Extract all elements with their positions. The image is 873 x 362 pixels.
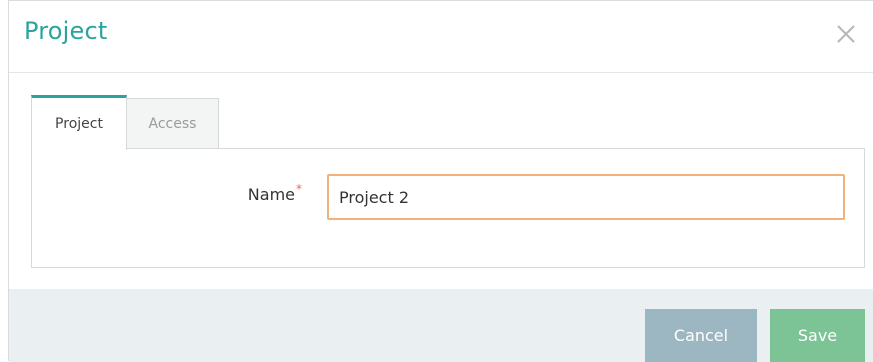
dialog-title: Project bbox=[24, 17, 108, 45]
name-label: Name* bbox=[247, 182, 302, 204]
save-button[interactable]: Save bbox=[770, 309, 865, 362]
tab-access[interactable]: Access bbox=[127, 98, 219, 149]
tab-access-label: Access bbox=[148, 115, 197, 132]
cancel-button[interactable]: Cancel bbox=[645, 309, 757, 362]
dialog-header: Project bbox=[9, 1, 873, 73]
tab-project-label: Project bbox=[55, 116, 103, 132]
required-marker: * bbox=[296, 182, 302, 196]
project-dialog: Project Project Access Name* Cancel Save bbox=[8, 0, 873, 362]
close-icon[interactable] bbox=[835, 23, 857, 45]
dialog-footer: Cancel Save bbox=[9, 289, 873, 362]
name-label-text: Name bbox=[247, 185, 295, 204]
tab-project[interactable]: Project bbox=[31, 95, 127, 150]
tab-panel-project: Name* bbox=[31, 148, 865, 268]
name-input[interactable] bbox=[327, 174, 845, 220]
dialog-body: Project Access Name* bbox=[9, 73, 873, 289]
